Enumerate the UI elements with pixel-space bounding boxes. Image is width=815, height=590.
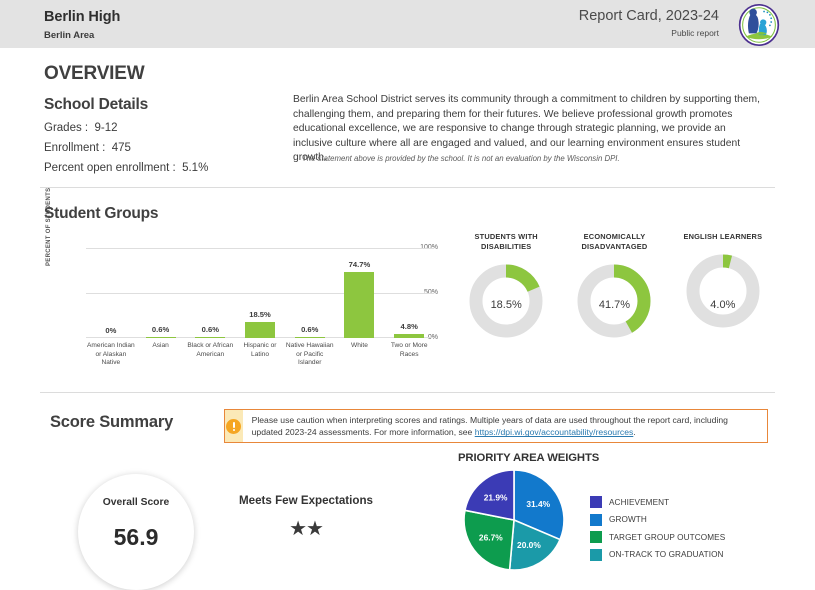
bar-value-label: 0.6% [201,325,219,335]
bar [344,271,375,338]
detail-value-open-enrollment: 5.1% [182,162,209,174]
bar-chart-bars: 0% 0.6% 0.6% 18.5% 0.6% 74.7% 4.8% [86,248,434,338]
legend-item: ON-TRACK TO GRADUATION [590,548,725,561]
donut-title: ECONOMICALLY DISADVANTAGED [581,232,648,251]
donut-chart: STUDENTS WITH DISABILITIES 18.5% [452,232,560,372]
overall-score-label: Overall Score [102,497,170,508]
overall-score-value: 56.9 [113,524,159,550]
dpi-seal-icon [738,4,780,46]
rating-label: Meets Few Expectations [238,494,373,507]
overview-title: OVERVIEW [44,63,145,84]
legend-item: ACHIEVEMENT [590,496,725,508]
score-summary-title: Score Summary [50,413,174,431]
school-details-list: Grades : 9-12 Enrollment : 475 Percent o… [44,122,208,182]
school-name: Berlin High [44,9,121,25]
legend-swatch [590,531,602,544]
bar-category-label: Native Hawaiian or Pacific Islander [285,342,334,367]
report-card-title: Report Card, 2023-24 [578,8,719,24]
legend-swatch [590,496,602,508]
legend-item: GROWTH [590,513,725,526]
pie-slice-label: 26.7% [479,532,503,542]
donut-value: 18.5% [490,299,522,311]
donut-chart: ENGLISH LEARNERS 4.0% [669,232,777,372]
bar-column: 0% [86,248,136,338]
donut-chart: ECONOMICALLY DISADVANTAGED 41.7% [560,232,668,372]
detail-row-open-enrollment: Percent open enrollment : 5.1% [44,162,208,174]
star-rating: ★★ [289,518,324,540]
pie-legend: ACHIEVEMENT GROWTH TARGET GROUP OUTCOMES ON… [590,496,725,566]
legend-swatch [590,513,602,526]
donut-title: STUDENTS WITH DISABILITIES [474,232,538,251]
donut-ring [686,254,760,328]
priority-area-weights-pie: 31.4% 20.0% 26.7% 21.9% [463,469,565,571]
caution-alert: Please use caution when interpreting sco… [224,409,768,443]
legend-label: ACHIEVEMENT [609,497,670,507]
detail-value-grades: 9-12 [94,122,118,134]
bar-category-label: Black or African American [187,342,234,358]
bar-column: 0.6% [185,248,235,338]
bar-column: 0.6% [285,248,335,338]
pie-slice-label: 31.4% [526,499,550,509]
bar-category-label: Hispanic or Latino [243,342,277,358]
student-groups-donuts: STUDENTS WITH DISABILITIES 18.5% ECONOMICA… [452,232,777,372]
detail-value-enrollment: 475 [111,142,131,154]
bar-column: 74.7% [335,248,385,338]
alert-icon-band [225,410,243,442]
detail-row-grades: Grades : 9-12 [44,122,208,134]
bar-value-label: 0.6% [301,325,319,335]
report-card-page: Berlin High Berlin Area Report Card, 202… [0,0,815,590]
bar-column: 18.5% [235,248,285,338]
mission-statement-note: The statement above is provided by the s… [302,154,620,163]
bar-chart-x-labels: American Indian or Alaskan Native Asian Bl… [86,342,434,368]
legend-label: ON-TRACK TO GRADUATION [609,550,724,560]
donut-value: 41.7% [598,299,631,311]
pie-slice-label: 21.9% [484,493,508,503]
detail-row-enrollment: Enrollment : 475 [44,142,208,154]
overall-score-card: Overall Score 56.9 [78,474,194,590]
priority-area-weights-title: PRIORITY AREA WEIGHTS [458,452,600,464]
legend-label: GROWTH [609,515,647,525]
bar-category-label: Two or More Races [390,342,428,358]
donut-title: ENGLISH LEARNERS [683,232,763,241]
legend-item: TARGET GROUP OUTCOMES [590,531,726,544]
bar [195,337,226,338]
bar-column: 4.8% [384,248,434,338]
bar-value-label: 18.5% [249,309,271,319]
divider-student-groups [40,392,775,393]
page-header: Berlin High Berlin Area Report Card, 202… [0,0,815,48]
bar [245,321,276,338]
bar [394,333,425,338]
report-type-label: Public report [671,28,719,38]
legend-swatch [590,548,602,561]
bar-category-label: American Indian or Alaskan Native [87,342,135,367]
student-groups-title: Student Groups [44,205,159,222]
bar-category-label: Asian [152,342,169,349]
alert-resources-link[interactable]: https://dpi.wi.gov/accountability/resour… [475,427,634,437]
bar-value-label: 74.7% [348,259,371,269]
bar [294,337,325,338]
divider-overview [40,187,775,188]
detail-label-open-enrollment: Percent open enrollment : [44,162,176,174]
exclamation-icon [226,418,242,434]
pie-slice-label: 20.0% [517,540,541,550]
legend-label: TARGET GROUP OUTCOMES [609,532,726,542]
detail-label-enrollment: Enrollment : [44,142,106,154]
bar-category-label: White [351,342,368,349]
bar-value-label: 0% [105,326,117,335]
bar-chart-y-axis-label: PERCENT OF STUDENTS [46,187,52,266]
bar [145,337,176,338]
alert-message: Please use caution when interpreting sco… [243,410,767,442]
bar-chart-plot-area: 0% 0.6% 0.6% 18.5% 0.6% 74.7% 4.8% [86,248,434,338]
detail-label-grades: Grades : [44,122,89,134]
bar-value-label: 4.8% [400,321,418,331]
school-details-title: School Details [44,96,149,113]
donut-value: 4.0% [710,299,736,311]
student-groups-bar-chart: PERCENT OF STUDENTS 100% 50% 0% 0%0.6%0.… [46,188,438,375]
alert-text-after-link: . [633,427,636,438]
bar-column: 0.6% [136,248,186,338]
bar-value-label: 0.6% [151,325,170,335]
district-name: Berlin Area [44,30,95,41]
